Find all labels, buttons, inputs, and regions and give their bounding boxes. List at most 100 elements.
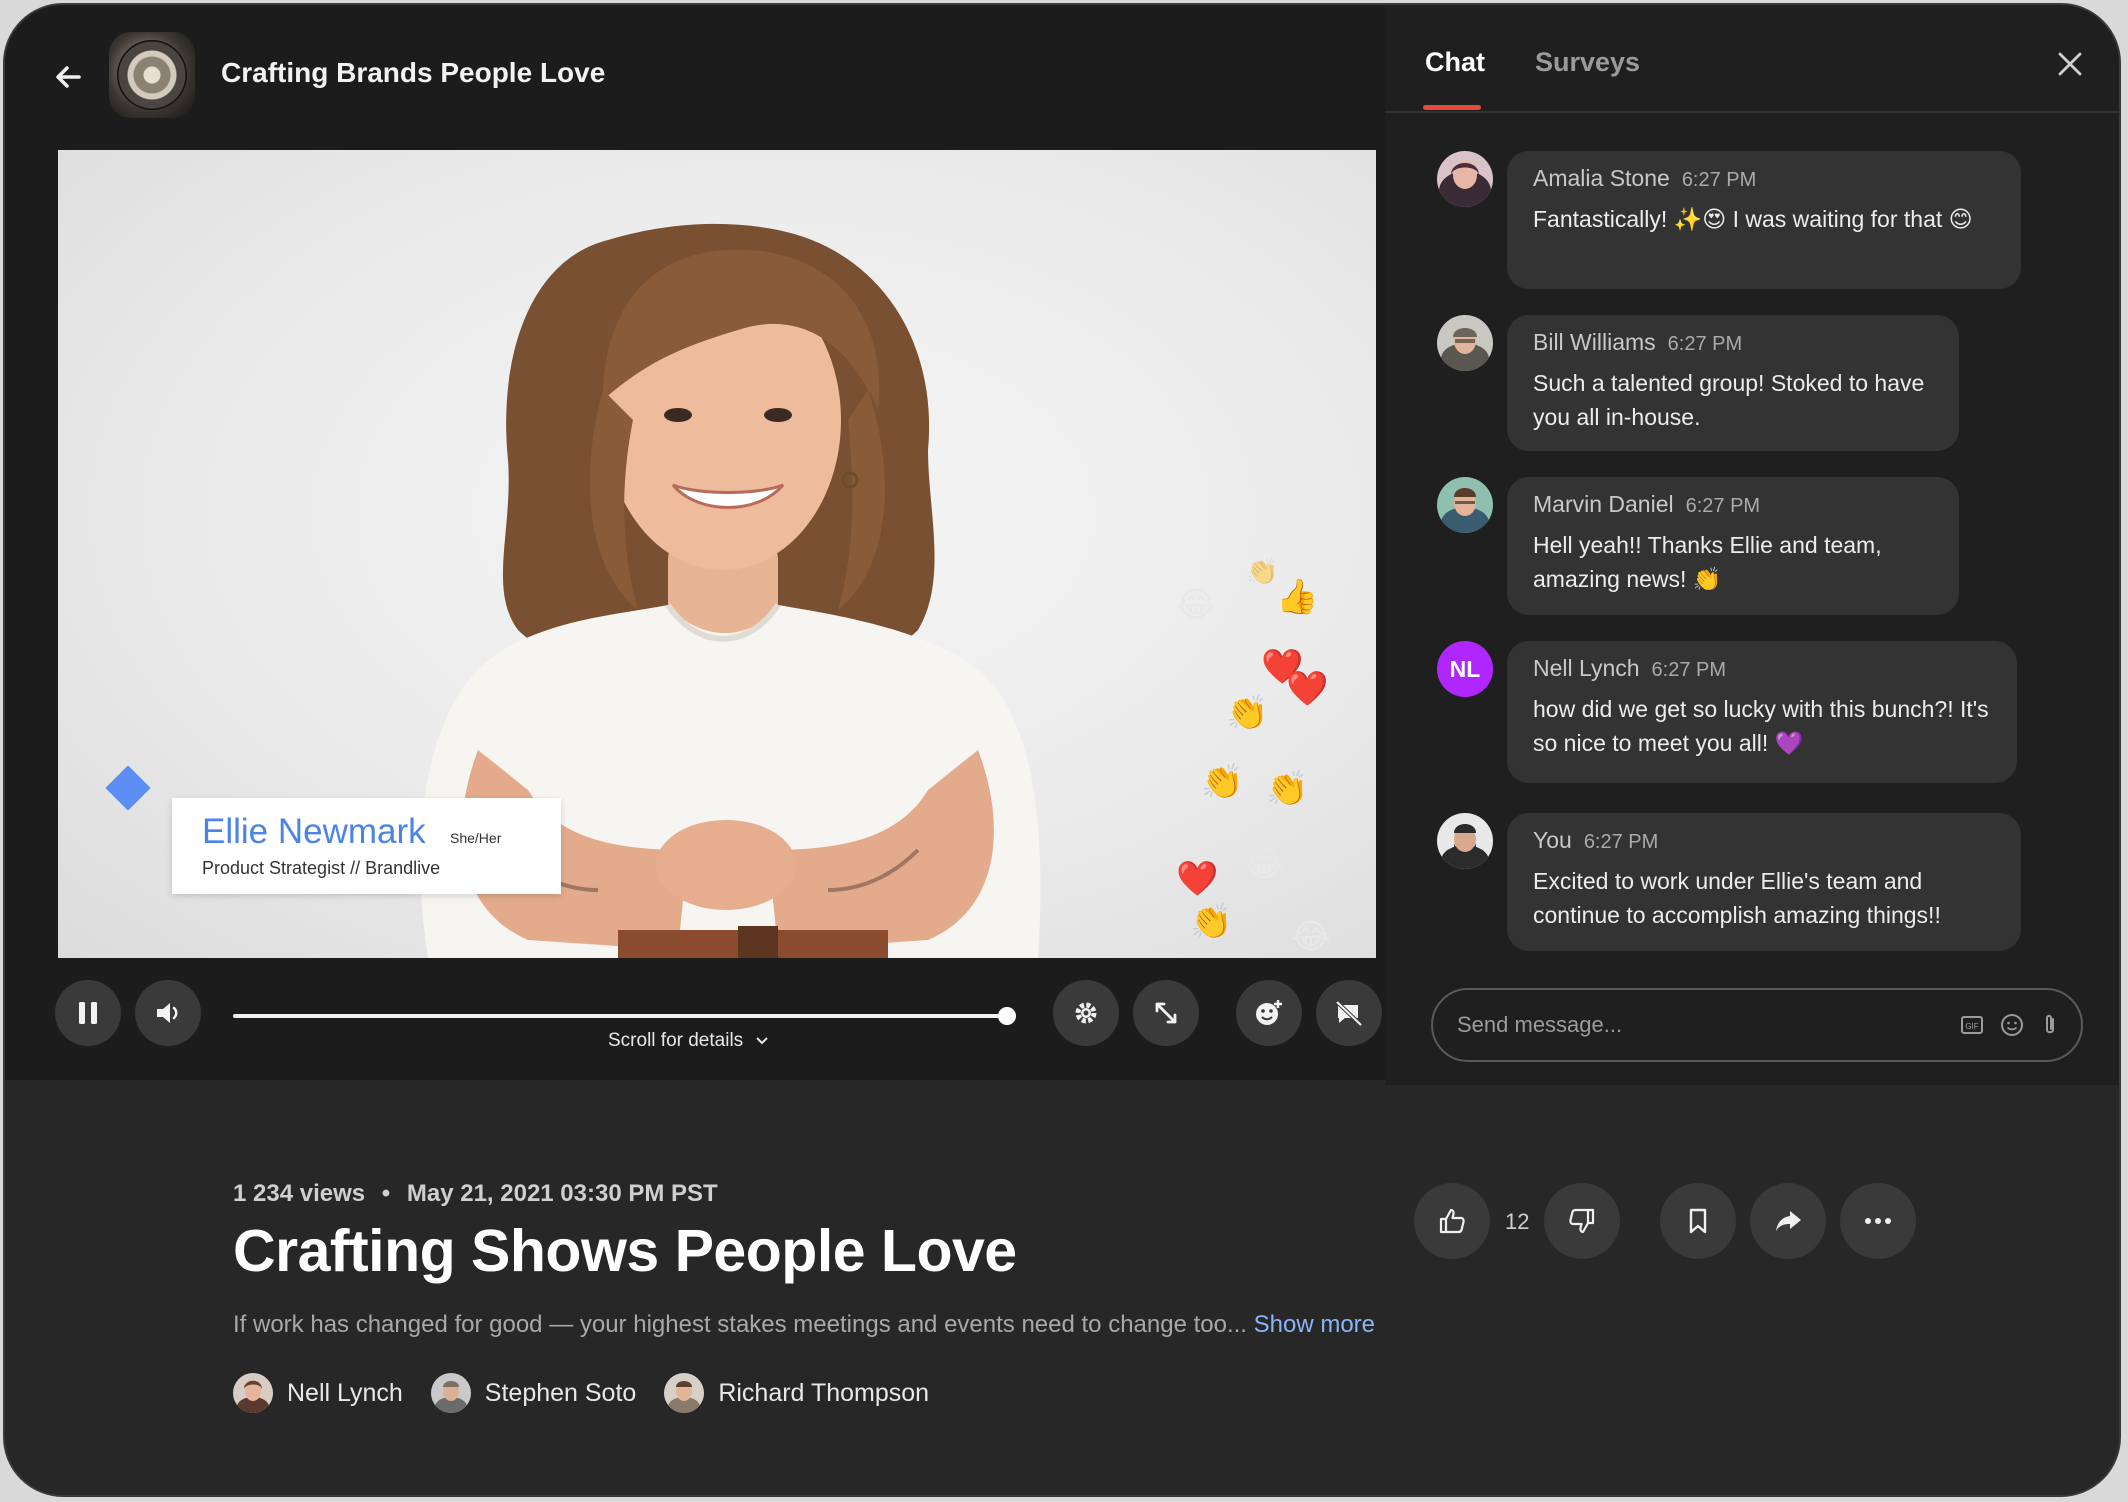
hide-reactions-button[interactable] xyxy=(1316,980,1382,1046)
speaker-list: Nell Lynch Stephen Soto Richard Thompson xyxy=(233,1373,929,1413)
message-text: how did we get so lucky with this bunch?… xyxy=(1533,696,1989,756)
send-message-placeholder: Send message... xyxy=(1457,1012,1623,1037)
reaction-emoji: 😂 xyxy=(1291,918,1331,956)
speaker-name: Stephen Soto xyxy=(484,1378,637,1407)
message-bubble: Marvin Daniel 6:27 PM Hell yeah!! Thanks … xyxy=(1507,477,1959,615)
tab-surveys[interactable]: Surveys xyxy=(1535,47,1640,78)
channel-avatar[interactable] xyxy=(109,32,195,118)
message-author: Amalia Stone xyxy=(1533,165,1670,191)
scroll-for-details[interactable]: Scroll for details xyxy=(608,1030,769,1052)
reaction-emoji: 😂 xyxy=(1244,846,1284,884)
gif-icon[interactable]: GIF xyxy=(1959,1012,1985,1038)
reaction-emoji: 😂 xyxy=(1206,804,1246,842)
svg-text:GIF: GIF xyxy=(1965,1022,1978,1031)
avatar[interactable] xyxy=(1437,477,1493,533)
dislike-button[interactable] xyxy=(1544,1183,1620,1259)
thumbs-up-icon xyxy=(1439,1208,1465,1234)
avatar-initials[interactable]: NL xyxy=(1437,641,1493,697)
message-bubble: Amalia Stone 6:27 PM Fantastically! ✨😍 I … xyxy=(1507,151,2021,289)
message-time: 6:27 PM xyxy=(1667,333,1743,355)
pause-icon xyxy=(79,1002,97,1024)
attachment-icon[interactable] xyxy=(2037,1012,2063,1038)
message-text: Hell yeah!! Thanks Ellie and team, amazi… xyxy=(1533,532,1882,592)
chat-tabs: Chat Surveys xyxy=(1385,5,2119,113)
chevron-down-icon xyxy=(756,1037,768,1045)
pause-button[interactable] xyxy=(55,980,121,1046)
message-text: Such a talented group! Stoked to have yo… xyxy=(1533,370,1925,430)
like-count: 12 xyxy=(1505,1209,1530,1234)
speaker-chip[interactable]: Nell Lynch xyxy=(233,1373,403,1413)
like-button[interactable] xyxy=(1414,1183,1490,1259)
player-controls: Scroll for details xyxy=(53,973,1383,1075)
view-count: 1 234 views xyxy=(233,1180,366,1207)
message-author: Bill Williams xyxy=(1533,329,1656,355)
add-reaction-icon xyxy=(1256,1000,1282,1025)
message-author: Nell Lynch xyxy=(1533,655,1640,681)
reaction-emoji: 👏 xyxy=(1226,694,1269,732)
reaction-emoji: 😂 xyxy=(1271,478,1300,505)
video-description: If work has changed for good — your high… xyxy=(233,1311,1375,1339)
avatar xyxy=(664,1373,705,1413)
avatar[interactable] xyxy=(1437,813,1493,869)
video-title: Crafting Shows People Love xyxy=(233,1218,1017,1284)
message-bubble: Nell Lynch 6:27 PM how did we get so luck… xyxy=(1507,641,2017,783)
channel-title: Crafting Brands People Love xyxy=(221,57,606,88)
reaction-emoji: 👍 xyxy=(1276,578,1319,616)
expand-icon xyxy=(1155,1002,1177,1024)
send-message-field[interactable]: Send message... GIF xyxy=(1431,988,2083,1062)
presenter-pronouns: She/Her xyxy=(450,830,502,846)
message-bubble: You 6:27 PM Excited to work under Ellie's… xyxy=(1507,813,2021,951)
presenter-role: Product Strategist // Brandlive xyxy=(202,858,441,878)
thumbs-down-icon xyxy=(1569,1208,1595,1234)
message-time: 6:27 PM xyxy=(1583,831,1659,853)
progress-fill xyxy=(233,1014,1007,1018)
avatar[interactable] xyxy=(1437,151,1493,207)
active-tab-indicator xyxy=(1423,105,1481,110)
fullscreen-button[interactable] xyxy=(1133,980,1199,1046)
volume-button[interactable] xyxy=(135,980,201,1046)
volume-icon xyxy=(157,1003,178,1023)
share-icon xyxy=(1776,1211,1801,1231)
description-text: If work has changed for good — your high… xyxy=(233,1311,1247,1338)
speaker-name: Richard Thompson xyxy=(718,1378,930,1407)
message-time: 6:27 PM xyxy=(1681,169,1757,191)
video-meta: 1 234 views • May 21, 2021 03:30 PM PST xyxy=(233,1180,718,1208)
progress-knob[interactable] xyxy=(998,1007,1016,1025)
publish-date: May 21, 2021 03:30 PM PST xyxy=(406,1180,718,1207)
save-button[interactable] xyxy=(1660,1183,1736,1259)
settings-button[interactable] xyxy=(1053,980,1119,1046)
scroll-hint-label: Scroll for details xyxy=(608,1030,744,1051)
bookmark-icon xyxy=(1689,1208,1707,1234)
message-time: 6:27 PM xyxy=(1685,495,1761,517)
details-area xyxy=(5,1080,2119,1495)
presenter-name: Ellie Newmark xyxy=(202,812,426,851)
more-options-button[interactable] xyxy=(1840,1183,1916,1259)
meta-separator: • xyxy=(381,1180,391,1207)
message-bubble: Bill Williams 6:27 PM Such a talented gro… xyxy=(1507,315,1959,451)
progress-bar[interactable] xyxy=(233,1007,1016,1025)
lower-third: Ellie Newmark She/Her Product Strategist… xyxy=(172,798,561,894)
speaker-chip[interactable]: Richard Thompson xyxy=(664,1373,929,1413)
speaker-chip[interactable]: Stephen Soto xyxy=(430,1373,637,1413)
message-text: Fantastically! ✨😍 I was waiting for that… xyxy=(1533,206,1973,232)
close-icon[interactable] xyxy=(2055,49,2085,79)
reaction-emoji: 👏 xyxy=(1266,770,1309,808)
chat-off-icon xyxy=(1335,1000,1363,1027)
video-player[interactable]: Ellie Newmark She/Her Product Strategist… xyxy=(58,150,1376,958)
tab-chat[interactable]: Chat xyxy=(1425,47,1485,78)
reaction-emoji: 👏 xyxy=(1190,903,1233,941)
avatar xyxy=(430,1373,471,1413)
gear-icon xyxy=(1075,1002,1097,1024)
show-more-link[interactable]: Show more xyxy=(1254,1311,1375,1338)
message-text: Excited to work under Ellie's team and c… xyxy=(1533,868,1941,928)
reaction-emoji: 😂 xyxy=(1176,586,1216,624)
speaker-name: Nell Lynch xyxy=(287,1378,403,1407)
message-author: You xyxy=(1533,827,1572,853)
back-arrow-icon[interactable] xyxy=(49,57,89,97)
emoji-icon[interactable] xyxy=(1999,1012,2025,1038)
reactions-button[interactable] xyxy=(1236,980,1302,1046)
reaction-emoji: 👏 xyxy=(1201,763,1244,801)
share-button[interactable] xyxy=(1750,1183,1826,1259)
message-author: Marvin Daniel xyxy=(1533,491,1674,517)
avatar[interactable] xyxy=(1437,315,1493,371)
